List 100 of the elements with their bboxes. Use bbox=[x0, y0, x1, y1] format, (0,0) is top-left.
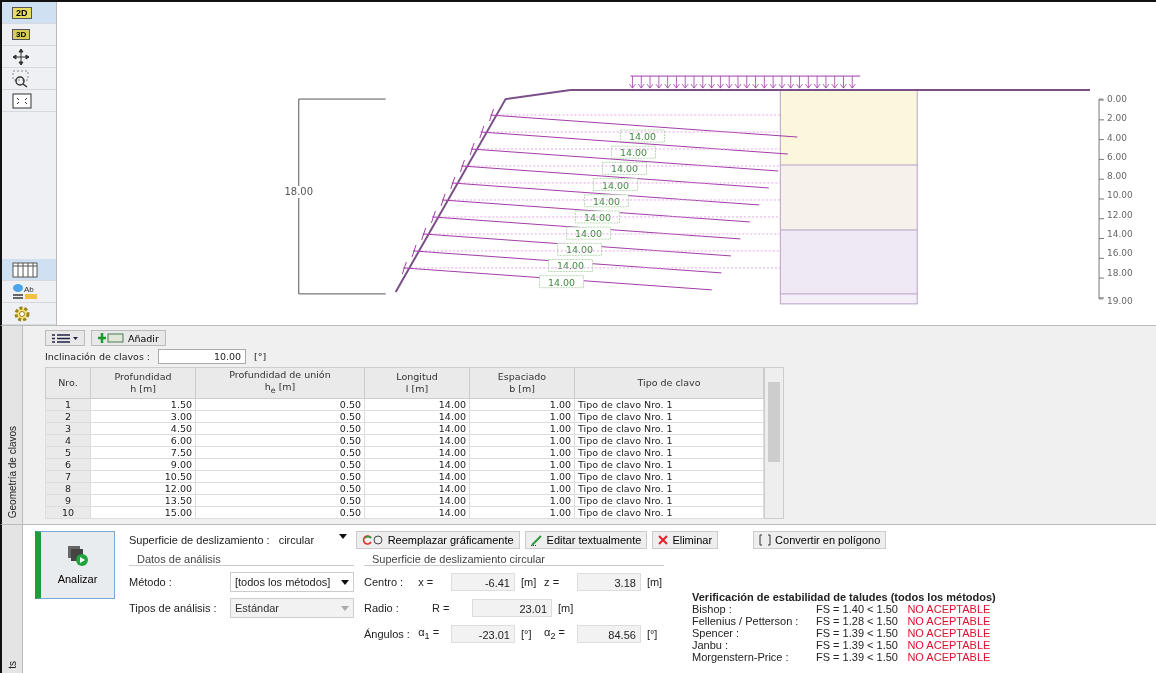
depth-scale-label: 18.00 bbox=[1107, 267, 1133, 278]
action-button[interactable]: Reemplazar gráficamente bbox=[355, 531, 520, 549]
group-title: Superficie de deslizamiento circular bbox=[364, 553, 664, 566]
depth-scale-label: 4.00 bbox=[1107, 132, 1128, 143]
table-cell: 12.00 bbox=[90, 482, 196, 495]
nail-length-label: 14.00 bbox=[620, 129, 665, 143]
side-tab[interactable]: ts bbox=[6, 655, 18, 673]
method-name: Fellenius / Petterson : bbox=[692, 615, 800, 627]
fit-icon bbox=[12, 92, 32, 109]
depth-scale-label: 6.00 bbox=[1107, 151, 1128, 162]
2d-view-icon: 2D bbox=[12, 6, 32, 19]
table-cell: 9.00 bbox=[90, 458, 196, 471]
unit-label: [m] bbox=[521, 576, 538, 588]
table-cell: 14.00 bbox=[364, 410, 470, 423]
analyze-button[interactable]: Analizar bbox=[35, 531, 115, 599]
column-header: Nro. bbox=[45, 367, 91, 399]
value-field[interactable]: -23.01 bbox=[450, 625, 515, 643]
close-icon bbox=[658, 535, 669, 545]
depth-scale-label: 14.00 bbox=[1107, 229, 1133, 240]
table-cell: Tipo de clavo Nro. 1 bbox=[574, 422, 764, 435]
table-cell: 1.00 bbox=[469, 482, 575, 495]
table-cell: 13.50 bbox=[90, 494, 196, 507]
table-cell: Tipo de clavo Nro. 1 bbox=[574, 470, 764, 483]
field-label: Método : bbox=[129, 576, 173, 588]
toolbar-button[interactable]: 3D bbox=[2, 24, 56, 46]
table-cell: 1.00 bbox=[469, 470, 575, 483]
action-button[interactable]: Eliminar bbox=[652, 531, 719, 549]
value-field[interactable]: 23.01 bbox=[472, 599, 552, 617]
scrollbar[interactable] bbox=[764, 367, 784, 519]
move-icon bbox=[12, 47, 30, 66]
table-icon bbox=[12, 261, 38, 278]
table-cell: 4.50 bbox=[90, 422, 196, 435]
method-name: Spencer : bbox=[692, 627, 741, 639]
depth-scale-label: 8.00 bbox=[1107, 171, 1128, 182]
column-header: Tipo de clavo bbox=[574, 367, 764, 399]
table-cell: 0.50 bbox=[195, 506, 365, 519]
table-cell: 10.50 bbox=[90, 470, 196, 483]
table-cell: 14.00 bbox=[364, 482, 470, 495]
table-cell: Tipo de clavo Nro. 1 bbox=[574, 506, 764, 519]
depth-scale-label: 19.00 bbox=[1107, 295, 1133, 306]
dropdown-caret-icon bbox=[341, 605, 349, 611]
table-cell: Tipo de clavo Nro. 1 bbox=[574, 458, 764, 471]
nail-length-label: 14.00 bbox=[611, 145, 656, 159]
add-button[interactable]: Añadir bbox=[91, 330, 166, 346]
table-cell: 15.00 bbox=[90, 506, 196, 519]
field-label: Radio : bbox=[364, 602, 400, 614]
safety-factor: FS = 1.28 < 1.50 bbox=[816, 615, 899, 627]
table-cell: 14.00 bbox=[364, 506, 470, 519]
table-cell: 0.50 bbox=[195, 398, 365, 411]
table-cell: 6.00 bbox=[90, 434, 196, 447]
value-field[interactable]: 84.56 bbox=[576, 625, 641, 643]
field-label: Inclinación de clavos : bbox=[45, 351, 151, 362]
table-cell: 1.00 bbox=[469, 446, 575, 459]
method-name: Morgenstern-Price : bbox=[692, 651, 790, 663]
action-button[interactable]: Editar textualmente bbox=[524, 531, 648, 549]
table-cell: 0.50 bbox=[195, 434, 365, 447]
safety-factor: FS = 1.39 < 1.50 bbox=[816, 651, 899, 663]
action-button[interactable]: Convertir en polígono bbox=[753, 531, 887, 549]
verdict-label: NO ACEPTABLE bbox=[907, 651, 992, 663]
safety-factor: FS = 1.39 < 1.50 bbox=[816, 639, 899, 651]
table-cell: 14.00 bbox=[364, 494, 470, 507]
dropdown-caret-icon bbox=[338, 534, 347, 539]
table-cell: 3.00 bbox=[90, 410, 196, 423]
depth-scale-label: 10.00 bbox=[1107, 190, 1133, 201]
table-cell: 1.00 bbox=[469, 398, 575, 411]
value-field[interactable]: 3.18 bbox=[576, 573, 641, 591]
toolbar-button[interactable] bbox=[2, 46, 56, 68]
column-header: Profundidad h [m] bbox=[90, 367, 196, 399]
value-field[interactable]: -6.41 bbox=[450, 573, 515, 591]
symbol-label: z = bbox=[544, 576, 561, 588]
table-cell: 14.00 bbox=[364, 398, 470, 411]
toolbar-button[interactable] bbox=[2, 68, 56, 90]
depth-scale-label: 16.00 bbox=[1107, 248, 1133, 259]
3d-view-icon: 3D bbox=[12, 29, 31, 40]
table-cell: 14.00 bbox=[364, 446, 470, 459]
table-cell: 1.00 bbox=[469, 494, 575, 507]
unit-label: [m] bbox=[558, 602, 575, 614]
field-label: Ángulos : bbox=[364, 628, 411, 640]
nail-length-label: 14.00 bbox=[548, 259, 593, 272]
table-cell: Tipo de clavo Nro. 1 bbox=[574, 494, 764, 507]
results-title: Verificación de estabilidad de taludes (todos los métodos) bbox=[692, 591, 996, 603]
nail-length-label: 14.00 bbox=[566, 226, 611, 240]
group-title: Datos de análisis bbox=[129, 553, 354, 566]
run-icon bbox=[65, 545, 90, 567]
table-cell: 14.00 bbox=[364, 458, 470, 471]
verdict-label: NO ACEPTABLE bbox=[907, 627, 992, 639]
dropdown[interactable]: [todos los métodos] bbox=[230, 572, 354, 592]
unit-label: [°] bbox=[521, 628, 533, 640]
table-cell: 14.00 bbox=[364, 470, 470, 483]
list-view-button[interactable] bbox=[45, 330, 85, 346]
toolbar-button[interactable]: Ab bbox=[2, 281, 56, 303]
table-cell: 7.50 bbox=[90, 446, 196, 459]
toolbar-button[interactable]: 2D bbox=[2, 2, 56, 24]
list-icon bbox=[52, 333, 78, 343]
symbol-label: α$_{1}$ = bbox=[418, 626, 441, 642]
table-cell: 0.50 bbox=[195, 410, 365, 423]
table-cell: 1.50 bbox=[90, 398, 196, 411]
inclination-field[interactable]: 10.00 bbox=[158, 349, 247, 364]
field-label: Tipos de análisis : bbox=[129, 602, 218, 614]
table-cell: 0.50 bbox=[195, 446, 365, 459]
